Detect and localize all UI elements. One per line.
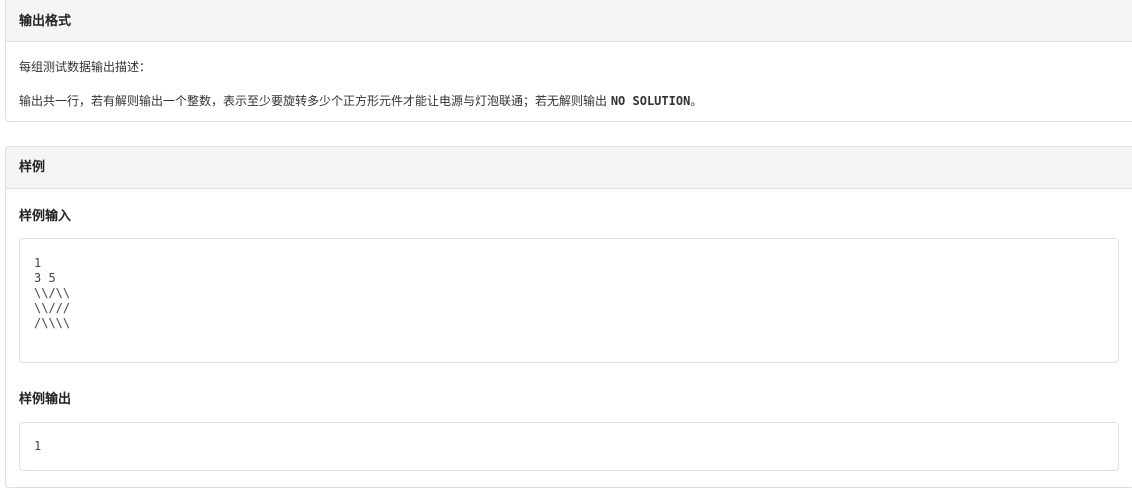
- sample-body: 样例输入 1 3 5 \\/\\ \\/// /\\\\ 样例输出 1: [6, 205, 1132, 471]
- output-format-body: 每组测试数据输出描述： 输出共一行，若有解则输出一个整数，表示至少要旋转多少个正…: [6, 58, 1132, 109]
- output-text-before: 输出共一行，若有解则输出一个整数，表示至少要旋转多少个正方形元件才能让电源与灯泡…: [19, 94, 611, 108]
- output-format-card: 输出格式 每组测试数据输出描述： 输出共一行，若有解则输出一个整数，表示至少要旋…: [5, 0, 1132, 122]
- sample-input-code: 1 3 5 \\/\\ \\/// /\\\\: [19, 238, 1119, 363]
- sample-output-code: 1: [19, 422, 1119, 471]
- output-format-title: 输出格式: [6, 0, 1132, 42]
- no-solution-code: NO SOLUTION: [610, 94, 691, 108]
- output-text: 输出共一行，若有解则输出一个整数，表示至少要旋转多少个正方形元件才能让电源与灯泡…: [19, 92, 1121, 109]
- output-description: 每组测试数据输出描述：: [19, 60, 152, 74]
- sample-input-title: 样例输入: [19, 209, 72, 224]
- sample-title: 样例: [6, 147, 1132, 189]
- sample-output-title: 样例输出: [19, 392, 72, 407]
- output-text-after: 。: [690, 94, 703, 108]
- sample-card: 样例 样例输入 1 3 5 \\/\\ \\/// /\\\\ 样例输出 1: [5, 146, 1132, 488]
